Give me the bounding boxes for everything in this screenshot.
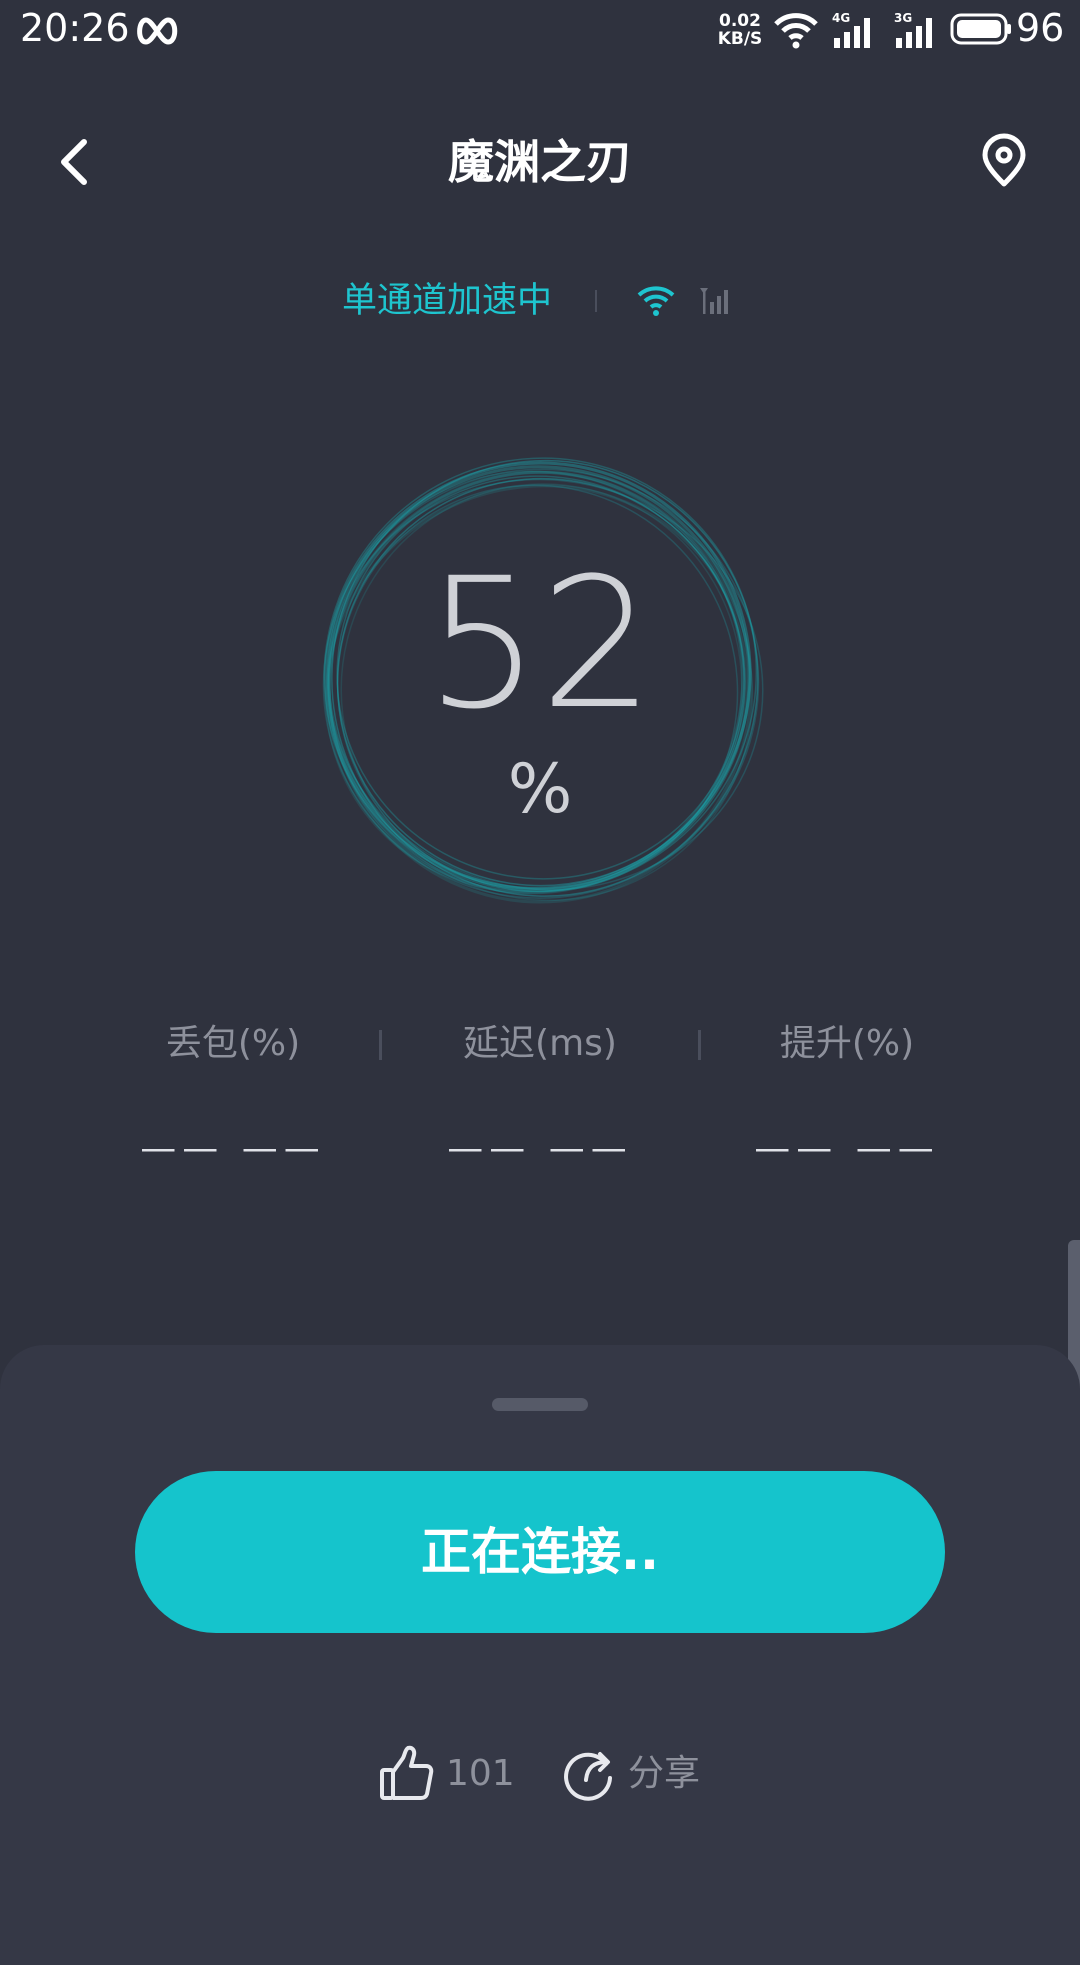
status-time: 20:26	[20, 6, 130, 50]
mode-divider	[595, 290, 597, 312]
latency-label: 延迟(ms)	[463, 1023, 617, 1064]
stats-divider	[379, 1030, 382, 1060]
battery-icon	[950, 13, 1011, 45]
connect-button[interactable]: 正在连接..	[135, 1471, 945, 1633]
cellular-4g-label: 4G	[832, 11, 850, 25]
wifi-status-icon	[774, 13, 818, 49]
sheet-drag-handle[interactable]	[492, 1398, 588, 1411]
infinity-icon	[137, 17, 178, 45]
like-button[interactable]: 101	[378, 1744, 518, 1812]
network-speed-value: 0.02	[719, 11, 761, 31]
network-speed-unit: KB/S	[717, 29, 763, 49]
like-count: 101	[446, 1753, 515, 1794]
cellular-signal-icon	[700, 288, 728, 314]
wifi-icon	[637, 286, 675, 316]
acceleration-mode-label: 单通道加速中	[342, 281, 553, 321]
share-button[interactable]: 分享	[560, 1744, 710, 1812]
improvement-label: 提升(%)	[779, 1023, 915, 1064]
cellular-4g-icon: 4G	[832, 11, 870, 48]
latency-value: —— ——	[447, 1128, 633, 1169]
network-speed: 0.02 KB/S	[716, 12, 764, 48]
share-label: 分享	[628, 1753, 701, 1794]
battery-level: 96	[1016, 6, 1065, 50]
page-title: 魔渊之刃	[448, 135, 632, 189]
packet-loss-label: 丢包(%)	[165, 1023, 301, 1064]
share-arrow-icon	[564, 1752, 612, 1801]
stats-row: 丢包(%) —— —— 延迟(ms) —— —— 提升(%) —— ——	[0, 1020, 1080, 1170]
thumbs-up-icon	[380, 1745, 434, 1800]
improvement-value: —— ——	[754, 1128, 940, 1169]
packet-loss-value: —— ——	[140, 1128, 326, 1169]
progress-unit: %	[507, 750, 573, 829]
progress-value: 52	[425, 540, 655, 749]
status-bar: 20:26 0.02 KB/S 4G 3G 96	[0, 0, 1080, 64]
stats-divider	[698, 1030, 701, 1060]
bottom-sheet	[0, 1345, 1080, 1965]
location-pin-icon[interactable]	[976, 132, 1032, 192]
acceleration-mode-row: 单通道加速中	[0, 276, 1080, 326]
cellular-3g-icon: 3G	[894, 11, 932, 48]
cellular-3g-label: 3G	[894, 11, 912, 25]
